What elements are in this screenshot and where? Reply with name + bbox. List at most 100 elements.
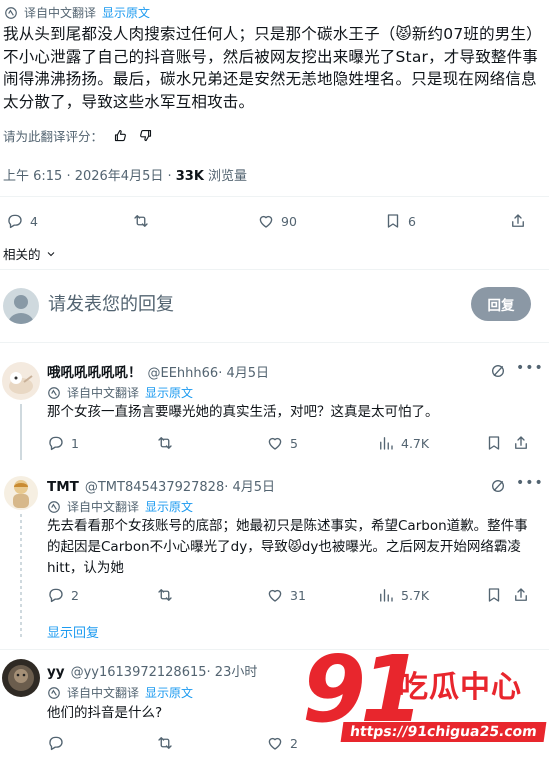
reply-date: · 4月5日 [218, 366, 269, 381]
like-action[interactable]: 90 [257, 212, 297, 230]
heart-icon [268, 737, 282, 750]
reply-action[interactable]: 4 [6, 212, 38, 230]
thumbs-up-icon[interactable] [113, 128, 128, 143]
translated-from-label: 译自中文翻译 [67, 500, 140, 514]
reply-text: 那个女孩一直扬言要曝光她的真实生活，对吧？这真是太可怕了。 [47, 404, 439, 420]
reply-count: 1 [71, 435, 79, 451]
reply-action[interactable]: 1 [47, 434, 79, 452]
repost-icon [158, 737, 172, 749]
bookmark-icon [488, 588, 500, 602]
like-count: 90 [281, 213, 297, 229]
translate-icon [5, 6, 17, 19]
reply-text: 他们的抖音是什么? [47, 705, 163, 721]
heart-icon [259, 215, 273, 228]
share-action[interactable] [512, 434, 530, 452]
reply-count: 2 [71, 587, 79, 603]
show-original-link[interactable]: 显示原文 [145, 684, 193, 701]
share-action[interactable] [512, 586, 530, 604]
translate-icon [48, 686, 60, 699]
reply-header: yy @yy1613972128615 · 23小时 [47, 661, 257, 680]
views-action[interactable]: 5.7K [377, 586, 429, 604]
show-original-link[interactable]: 显示原文 [145, 498, 193, 515]
post-meta: 上午 6:15 · 2026年4月5日 · 33K 浏览量 [3, 165, 247, 184]
reply-action[interactable]: 2 [47, 586, 79, 604]
divider [0, 269, 549, 270]
repost-action[interactable] [156, 434, 174, 452]
translation-bar: 译自中文翻译 显示原文 [47, 498, 193, 515]
reply-button[interactable]: 回复 [471, 287, 531, 321]
repost-action[interactable] [156, 734, 174, 752]
reply-author-handle[interactable]: @EEhhh66 [148, 366, 219, 381]
reply-date: · 4月5日 [224, 480, 276, 495]
reply-author-name[interactable]: TMT [47, 479, 79, 495]
divider [0, 196, 549, 197]
reply-author-name[interactable]: yy [47, 664, 65, 680]
reply-compose-input[interactable]: 请发表您的回复 [48, 290, 174, 316]
view-count: 33K [175, 169, 204, 184]
reply-header: TMT @TMT845437927828 · 4月5日 [47, 476, 275, 495]
bookmark-count: 6 [408, 213, 416, 229]
reply-icon [49, 736, 63, 751]
like-count: 2 [290, 735, 298, 751]
reply-author-handle[interactable]: @yy1613972128615 [71, 665, 207, 680]
watermark-logo: 91 吃瓜中心 https://91chigua25.com [302, 640, 547, 760]
show-replies-link[interactable]: 显示回复 [47, 622, 99, 641]
rate-translation: 请为此翻译评分： [3, 126, 153, 145]
more-icon[interactable]: ••• [516, 475, 544, 491]
translate-icon [48, 500, 60, 513]
share-icon [512, 214, 524, 227]
like-action[interactable]: 5 [266, 434, 298, 452]
reply-avatar[interactable] [4, 476, 38, 510]
show-original-link[interactable]: 显示原文 [145, 384, 193, 401]
grok-icon[interactable] [490, 363, 506, 379]
translated-from-label: 译自中文翻译 [24, 6, 97, 20]
translate-icon [48, 386, 60, 399]
translation-bar: 译自中文翻译 显示原文 [47, 684, 193, 701]
related-label: 相关的 [3, 247, 41, 262]
show-original-link[interactable]: 显示原文 [102, 4, 150, 21]
grok-icon[interactable] [490, 478, 506, 494]
post-timestamp: 上午 6:15 · 2026年4月5日 · [3, 169, 176, 184]
repost-action[interactable] [132, 212, 150, 230]
thread-line [20, 514, 22, 638]
share-action[interactable] [509, 212, 527, 230]
repost-icon [158, 589, 172, 601]
post-text: 我从头到尾都没人肉搜索过任何人；只是那个碳水王子（😾新约07班的男生）不小心泄露… [3, 25, 542, 111]
bookmark-icon [488, 436, 500, 450]
views-action[interactable]: 4.7K [377, 434, 429, 452]
translated-from-label: 译自中文翻译 [67, 686, 140, 700]
bookmark-icon [387, 214, 399, 228]
chevron-down-icon [47, 251, 54, 256]
like-count: 5 [290, 435, 298, 451]
watermark-url: https://91chigua25.com [340, 722, 547, 742]
bookmark-action[interactable]: 6 [384, 212, 416, 230]
share-icon [515, 436, 527, 449]
translated-from-label: 译自中文翻译 [67, 386, 140, 400]
more-icon[interactable]: ••• [516, 360, 544, 376]
reply-avatar[interactable] [2, 659, 40, 697]
reply-text: 先去看看那个女孩账号的底部；她最初只是陈述事实，希望Carbon道歉。整件事的起… [47, 518, 528, 576]
analytics-icon [380, 589, 393, 602]
bookmark-action[interactable] [485, 586, 503, 604]
reply-icon [49, 588, 63, 603]
reply-action[interactable] [47, 734, 65, 752]
thumbs-down-icon[interactable] [138, 128, 153, 143]
like-action[interactable]: 2 [266, 734, 298, 752]
heart-icon [268, 589, 282, 602]
reply-avatar[interactable] [2, 362, 40, 400]
watermark-brand: 吃瓜中心 [398, 670, 522, 705]
repost-action[interactable] [156, 586, 174, 604]
analytics-icon [380, 437, 393, 450]
reply-header: 哦吼吼吼吼吼！ @EEhhh66 · 4月5日 [47, 361, 269, 381]
reply-author-name[interactable]: 哦吼吼吼吼吼！ [47, 361, 142, 381]
translation-bar: 译自中文翻译 显示原文 [4, 4, 150, 21]
reply-author-handle[interactable]: @TMT845437927828 [85, 480, 224, 495]
view-count: 5.7K [401, 587, 430, 603]
thread-line [20, 404, 22, 460]
view-count-label: 浏览量 [203, 169, 248, 184]
my-avatar [3, 288, 39, 324]
related-toggle[interactable]: 相关的 [3, 244, 57, 263]
like-action[interactable]: 31 [266, 586, 306, 604]
bookmark-action[interactable] [485, 434, 503, 452]
heart-icon [268, 437, 282, 450]
